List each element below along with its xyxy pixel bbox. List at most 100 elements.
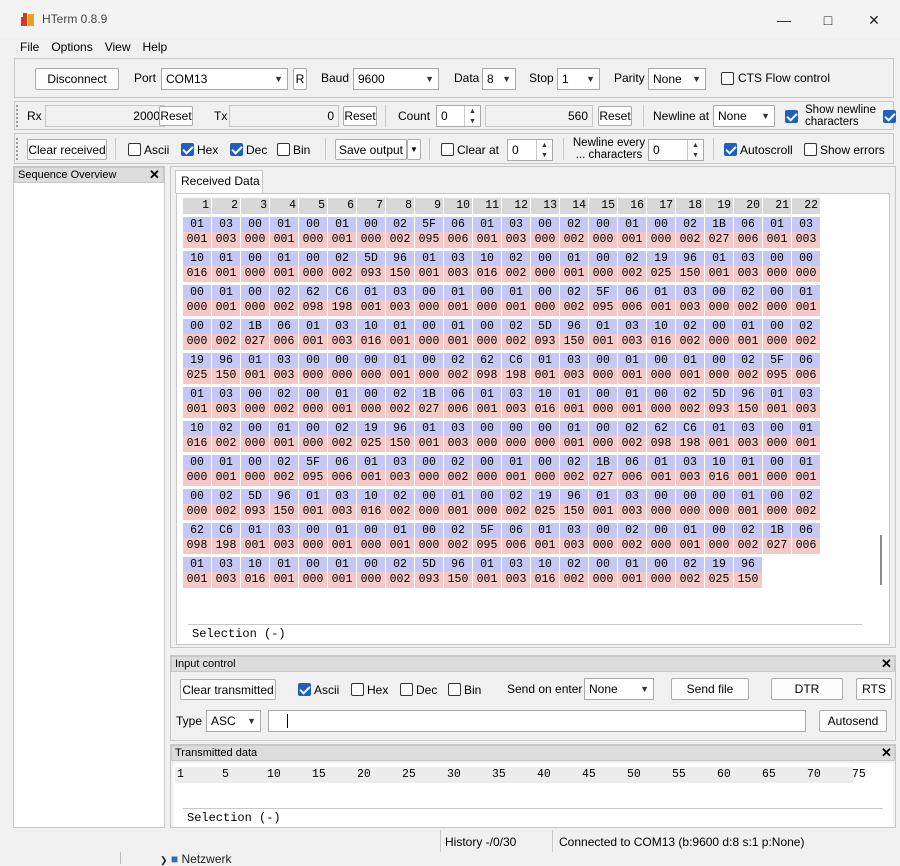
hex-cell[interactable]: 01: [705, 251, 733, 267]
menu-options[interactable]: Options: [45, 38, 98, 58]
dec-cell[interactable]: 095: [299, 470, 327, 486]
hex-cell[interactable]: 01: [560, 421, 588, 437]
dec-cell[interactable]: 002: [734, 300, 762, 316]
hex-cell[interactable]: 02: [560, 455, 588, 471]
hex-cell[interactable]: 00: [589, 353, 617, 369]
hex-cell[interactable]: 5D: [415, 557, 443, 573]
hex-cell[interactable]: 10: [647, 319, 675, 335]
dec-cell[interactable]: 001: [531, 538, 559, 554]
dec-cell[interactable]: 000: [502, 436, 530, 452]
dec-cell[interactable]: 016: [357, 504, 385, 520]
dec-cell[interactable]: 000: [705, 538, 733, 554]
bin-checkbox[interactable]: [277, 143, 290, 156]
dec-cell[interactable]: 006: [270, 334, 298, 350]
dec-cell[interactable]: 001: [212, 300, 240, 316]
dec-cell[interactable]: 003: [560, 538, 588, 554]
dec-cell[interactable]: 000: [589, 538, 617, 554]
hex-cell[interactable]: 01: [386, 353, 414, 369]
count-spinbox[interactable]: 0 ▲ ▼: [436, 105, 481, 127]
hex-cell[interactable]: 01: [647, 455, 675, 471]
count-reset-button[interactable]: Reset: [598, 106, 632, 126]
hex-cell[interactable]: 00: [676, 489, 704, 505]
dec-cell[interactable]: 000: [763, 266, 791, 282]
dec-cell[interactable]: 006: [444, 402, 472, 418]
hex-cell[interactable]: 00: [299, 421, 327, 437]
close-icon[interactable]: ✕: [149, 167, 160, 183]
dec-cell[interactable]: 001: [589, 334, 617, 350]
dec-cell[interactable]: 001: [444, 504, 472, 520]
dec-cell[interactable]: 150: [270, 504, 298, 520]
dec-cell[interactable]: 000: [531, 232, 559, 248]
dec-cell[interactable]: 027: [705, 232, 733, 248]
dec-cell[interactable]: 001: [386, 538, 414, 554]
hex-cell[interactable]: 02: [618, 251, 646, 267]
hex-cell[interactable]: 00: [705, 319, 733, 335]
dec-cell[interactable]: 002: [502, 504, 530, 520]
dec-cell[interactable]: 000: [357, 232, 385, 248]
hex-cell[interactable]: 02: [676, 387, 704, 403]
dec-cell[interactable]: 002: [444, 538, 472, 554]
hex-cell[interactable]: 02: [212, 489, 240, 505]
dec-cell[interactable]: 003: [734, 436, 762, 452]
hex-cell[interactable]: 00: [328, 353, 356, 369]
dec-cell[interactable]: 150: [676, 266, 704, 282]
hex-cell[interactable]: 00: [473, 285, 501, 301]
parity-select[interactable]: None ▼: [648, 68, 706, 90]
dec-cell[interactable]: 016: [241, 572, 269, 588]
dec-cell[interactable]: 001: [792, 436, 820, 452]
hex-cell[interactable]: 00: [357, 557, 385, 573]
hex-cell[interactable]: 01: [560, 387, 588, 403]
dec-cell[interactable]: 000: [763, 470, 791, 486]
hex-cell[interactable]: 00: [241, 387, 269, 403]
hex-cell[interactable]: 00: [647, 523, 675, 539]
hex-cell[interactable]: 01: [386, 319, 414, 335]
hex-cell[interactable]: 02: [560, 285, 588, 301]
dec-cell[interactable]: 001: [763, 232, 791, 248]
hex-cell[interactable]: 00: [241, 251, 269, 267]
hex-cell[interactable]: 96: [676, 251, 704, 267]
clear-at-spinbox[interactable]: 0 ▲ ▼: [507, 139, 553, 161]
hex-cell[interactable]: C6: [212, 523, 240, 539]
hex-cell[interactable]: 10: [241, 557, 269, 573]
hex-cell[interactable]: 02: [270, 387, 298, 403]
dec-cell[interactable]: 093: [357, 266, 385, 282]
menu-file[interactable]: File: [14, 38, 45, 58]
hex-cell[interactable]: 01: [357, 285, 385, 301]
hex-cell[interactable]: 1B: [241, 319, 269, 335]
hex-cell[interactable]: 03: [270, 353, 298, 369]
hex-cell[interactable]: 03: [618, 319, 646, 335]
dec-cell[interactable]: 001: [589, 504, 617, 520]
hex-cell[interactable]: 01: [270, 217, 298, 233]
hex-cell[interactable]: 00: [299, 251, 327, 267]
show-newline-checkbox[interactable]: [785, 110, 798, 123]
hex-cell[interactable]: 62: [183, 523, 211, 539]
hex-cell[interactable]: 01: [212, 251, 240, 267]
hex-cell[interactable]: 00: [357, 387, 385, 403]
hex-cell[interactable]: 01: [328, 523, 356, 539]
tx-reset-button[interactable]: Reset: [343, 106, 377, 126]
newline-select[interactable]: None ▼: [713, 105, 775, 127]
hex-cell[interactable]: 03: [328, 489, 356, 505]
dec-cell[interactable]: 003: [212, 572, 240, 588]
port-select[interactable]: COM13 ▼: [161, 68, 288, 90]
dec-cell[interactable]: 001: [386, 334, 414, 350]
dec-cell[interactable]: 002: [560, 300, 588, 316]
hex-cell[interactable]: 96: [386, 251, 414, 267]
dec-cell[interactable]: 150: [386, 266, 414, 282]
dec-cell[interactable]: 001: [241, 368, 269, 384]
dec-cell[interactable]: 006: [444, 232, 472, 248]
dec-cell[interactable]: 000: [241, 266, 269, 282]
input-bin-checkbox[interactable]: [448, 683, 461, 696]
hex-cell[interactable]: 06: [270, 319, 298, 335]
hex-cell[interactable]: 01: [618, 387, 646, 403]
dec-cell[interactable]: 003: [676, 470, 704, 486]
dec-cell[interactable]: 003: [560, 368, 588, 384]
hex-cell[interactable]: 01: [676, 523, 704, 539]
hex-cell[interactable]: 06: [734, 217, 762, 233]
hex-cell[interactable]: 03: [560, 523, 588, 539]
dec-cell[interactable]: 000: [241, 470, 269, 486]
hex-cell[interactable]: 00: [299, 387, 327, 403]
hex-cell[interactable]: 01: [241, 353, 269, 369]
autosend-button[interactable]: Autosend: [819, 710, 887, 732]
hex-cell[interactable]: 00: [299, 557, 327, 573]
